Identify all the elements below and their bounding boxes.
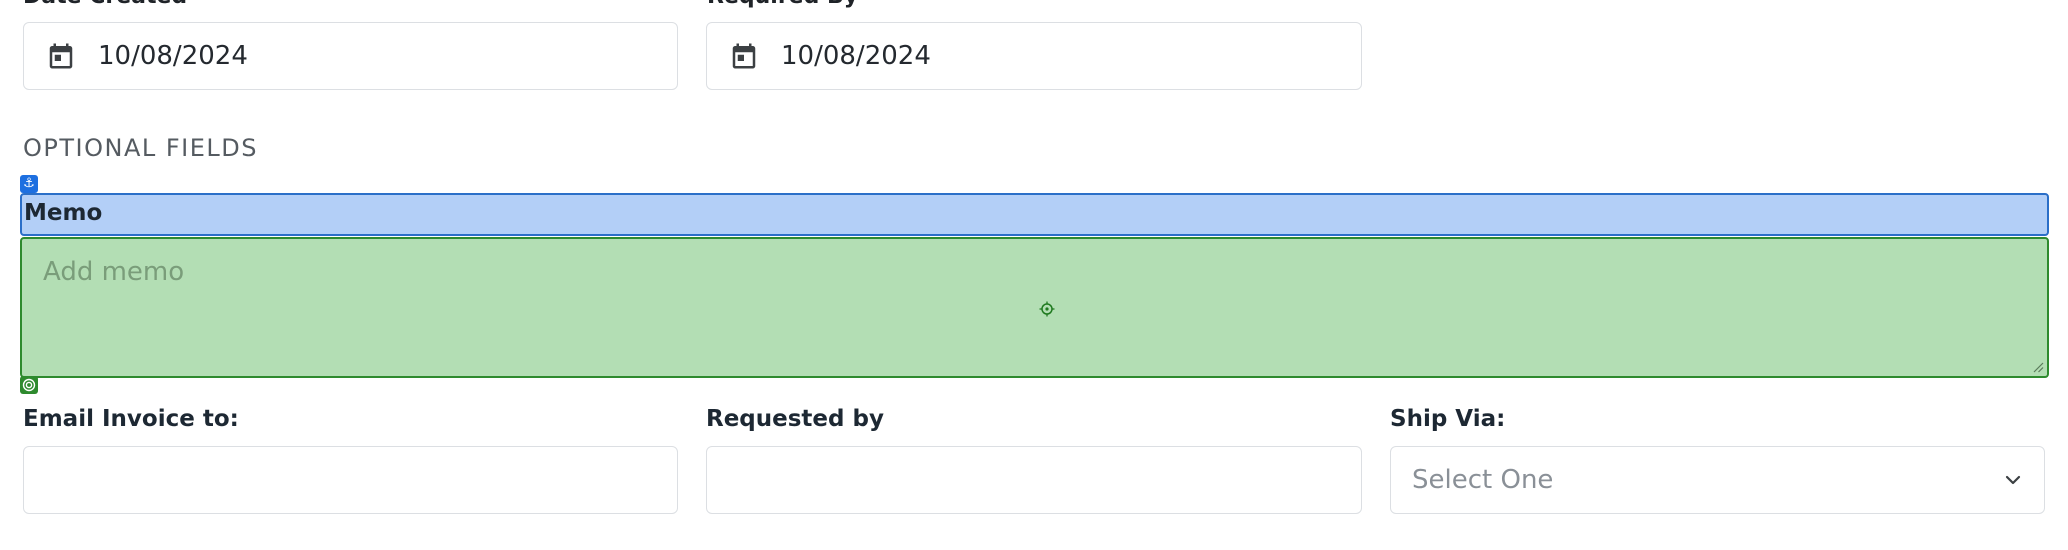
requested-by-label: Requested by — [706, 406, 884, 432]
date-created-value: 10/08/2024 — [98, 41, 248, 71]
crosshair-target-icon — [1039, 301, 1055, 317]
calendar-icon — [732, 43, 756, 69]
memo-label-highlight: Memo — [20, 193, 2049, 236]
ship-via-select[interactable]: Select One — [1390, 446, 2045, 514]
resize-handle-icon[interactable] — [2032, 361, 2044, 373]
required-by-field[interactable]: 10/08/2024 — [706, 22, 1362, 90]
date-created-label: Date Created — [23, 0, 187, 9]
optional-fields-heading: OPTIONAL FIELDS — [23, 134, 258, 162]
ship-via-label: Ship Via: — [1390, 406, 1506, 432]
anchor-icon: ⚓ — [20, 175, 38, 193]
email-invoice-input[interactable] — [23, 446, 678, 514]
ship-via-placeholder: Select One — [1412, 465, 1554, 495]
memo-label: Memo — [24, 200, 103, 226]
calendar-icon — [49, 43, 73, 69]
requested-by-input[interactable] — [706, 446, 1362, 514]
required-by-value: 10/08/2024 — [781, 41, 931, 71]
required-by-label: Required By — [707, 0, 858, 9]
memo-textarea[interactable]: Add memo — [20, 237, 2049, 378]
target-badge-icon — [20, 376, 38, 394]
email-invoice-label: Email Invoice to: — [23, 406, 239, 432]
date-created-field[interactable]: 10/08/2024 — [23, 22, 678, 90]
memo-placeholder: Add memo — [43, 257, 185, 287]
chevron-down-icon — [2005, 475, 2021, 485]
